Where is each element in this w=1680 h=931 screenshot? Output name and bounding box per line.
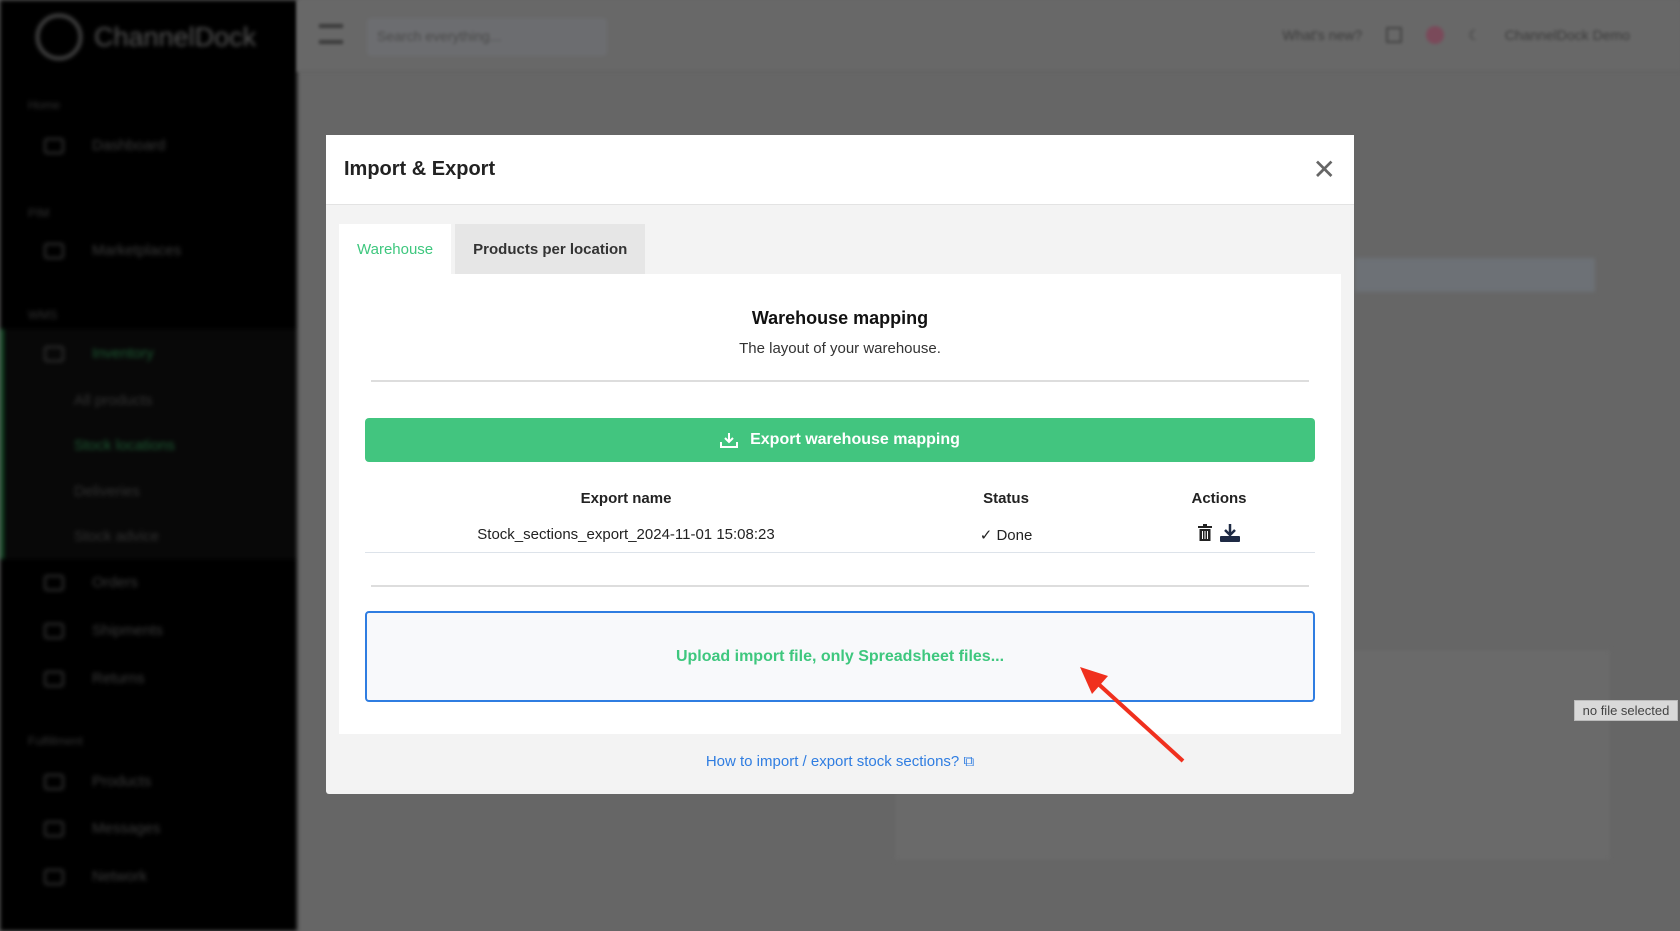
red-arrow-annotation bbox=[1080, 667, 1185, 763]
